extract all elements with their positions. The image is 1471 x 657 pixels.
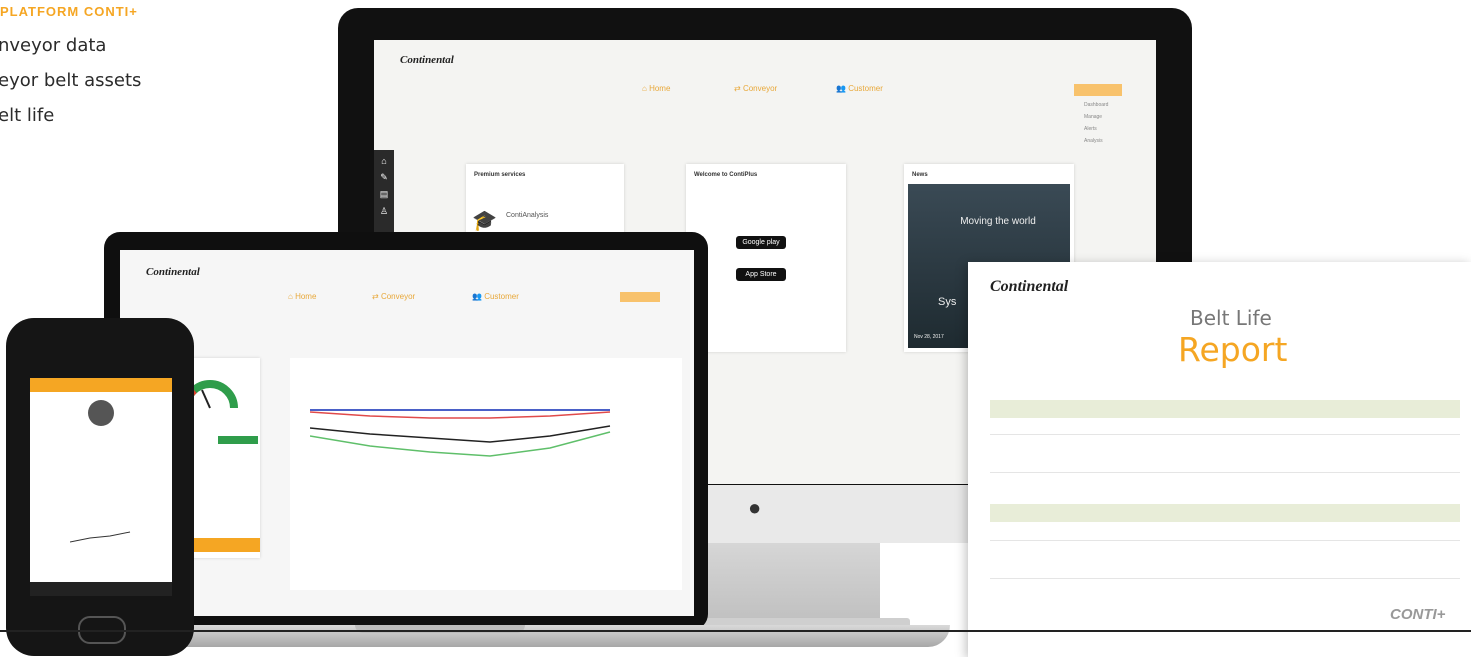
feature-bullet-2: eyor belt assets [0,70,142,91]
floor-line [0,630,1471,632]
nav-conveyor-label: Conveyor [380,292,416,301]
news-caption: Sys [938,296,957,308]
table-row [990,540,1460,541]
card-title: Premium services [474,172,526,178]
phone-nav-bar [30,582,172,596]
news-date: Nov 28, 2017 [914,334,944,340]
continental-logo: Continental [146,266,200,278]
app-store-button[interactable]: App Store [736,268,786,281]
phone-header-bar [30,378,172,392]
home-icon[interactable]: ⌂ [374,156,394,166]
graduation-cap-icon: 🎓 [472,210,497,232]
page-headline: PLATFORM CONTI+ [0,4,138,19]
nav-conveyor[interactable]: ⇄ Conveyor [734,84,777,93]
side-menu-item[interactable]: Dashboard [1084,102,1108,108]
card-title: Welcome to ContiPlus [694,172,758,178]
continental-logo: Continental [990,278,1069,295]
phone-screen [30,378,172,596]
avatar [88,400,114,426]
nav-home-label: Home [649,84,671,93]
feature-bullet-1: nveyor data [0,35,107,56]
report-title-line2: Report [1178,330,1288,369]
nav-conveyor-label: Conveyor [742,84,778,93]
google-play-button[interactable]: Google play [736,236,786,249]
side-menu-item[interactable]: Analysis [1084,138,1103,144]
table-row [990,434,1460,435]
card-title: News [912,172,928,178]
laptop-screen: Continental ⌂ Home ⇄ Conveyor 👥 Customer [120,250,694,616]
belt-life-report: Continental Belt Life Report CONTI+ [968,262,1471,657]
continental-logo: Continental [400,54,454,66]
nav-conveyor[interactable]: ⇄ Conveyor [372,292,415,301]
side-menu-item[interactable]: Manage [1084,114,1102,120]
nav-customer[interactable]: 👥 Customer [836,84,883,93]
nav-home[interactable]: ⌂ Home [288,292,316,301]
report-title-line1: Belt Life [1190,306,1272,330]
nav-customer[interactable]: 👥 Customer [472,292,519,301]
nav-home-label: Home [295,292,317,301]
table-header [990,400,1460,418]
news-overlay: Moving the world [960,216,1036,227]
nav-home[interactable]: ⌂ Home [642,84,670,93]
action-button[interactable] [620,292,660,302]
premium-item: ContiAnalysis [506,212,549,219]
user-icon[interactable]: ♙ [374,206,394,217]
table-row [990,578,1460,579]
conti-plus-logo: CONTI+ [1390,606,1446,623]
edit-icon[interactable]: ✎ [374,172,394,183]
table-row [990,472,1460,473]
apple-logo-icon: ● [748,495,762,520]
nav-customer-label: Customer [848,84,883,93]
imac-sidebar: ⌂ ✎ ▤ ♙ [374,150,394,240]
chart-icon[interactable]: ▤ [374,189,394,200]
feature-bullet-3: elt life [0,105,55,126]
side-menu-button[interactable] [1074,84,1122,96]
status-bar [218,436,258,444]
belt-wear-chart [310,409,611,457]
table-header [990,504,1460,522]
mini-trend-chart [70,531,131,543]
nav-customer-label: Customer [484,292,519,301]
welcome-card: Welcome to ContiPlus Google play App Sto… [686,164,846,352]
side-menu-item[interactable]: Alerts [1084,126,1097,132]
chart-panel [290,358,682,590]
